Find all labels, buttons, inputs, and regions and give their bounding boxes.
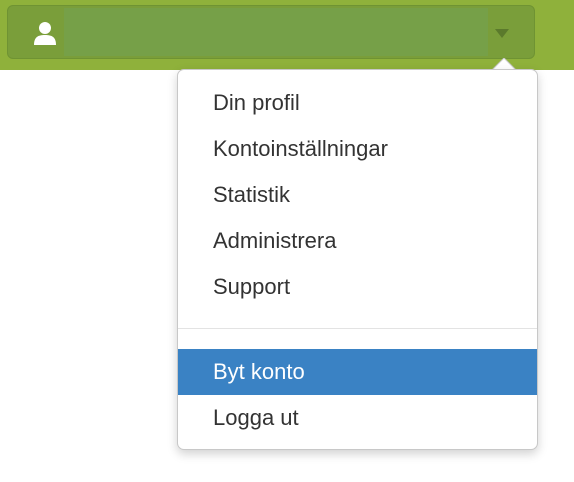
menu-divider bbox=[178, 328, 537, 329]
user-icon bbox=[32, 20, 58, 46]
menu-item-din-profil[interactable]: Din profil bbox=[178, 80, 537, 126]
menu-item-statistik[interactable]: Statistik bbox=[178, 172, 537, 218]
caret-down-icon[interactable] bbox=[494, 26, 510, 38]
username-display bbox=[64, 8, 488, 56]
user-menu-button[interactable] bbox=[7, 5, 535, 59]
menu-item-administrera[interactable]: Administrera bbox=[178, 218, 537, 264]
user-dropdown-menu: Din profil Kontoinställningar Statistik … bbox=[177, 69, 538, 450]
menu-item-support[interactable]: Support bbox=[178, 264, 537, 310]
top-bar bbox=[0, 0, 574, 70]
menu-item-byt-konto[interactable]: Byt konto bbox=[178, 349, 537, 395]
menu-item-logga-ut[interactable]: Logga ut bbox=[178, 395, 537, 441]
menu-item-kontoinstallningar[interactable]: Kontoinställningar bbox=[178, 126, 537, 172]
